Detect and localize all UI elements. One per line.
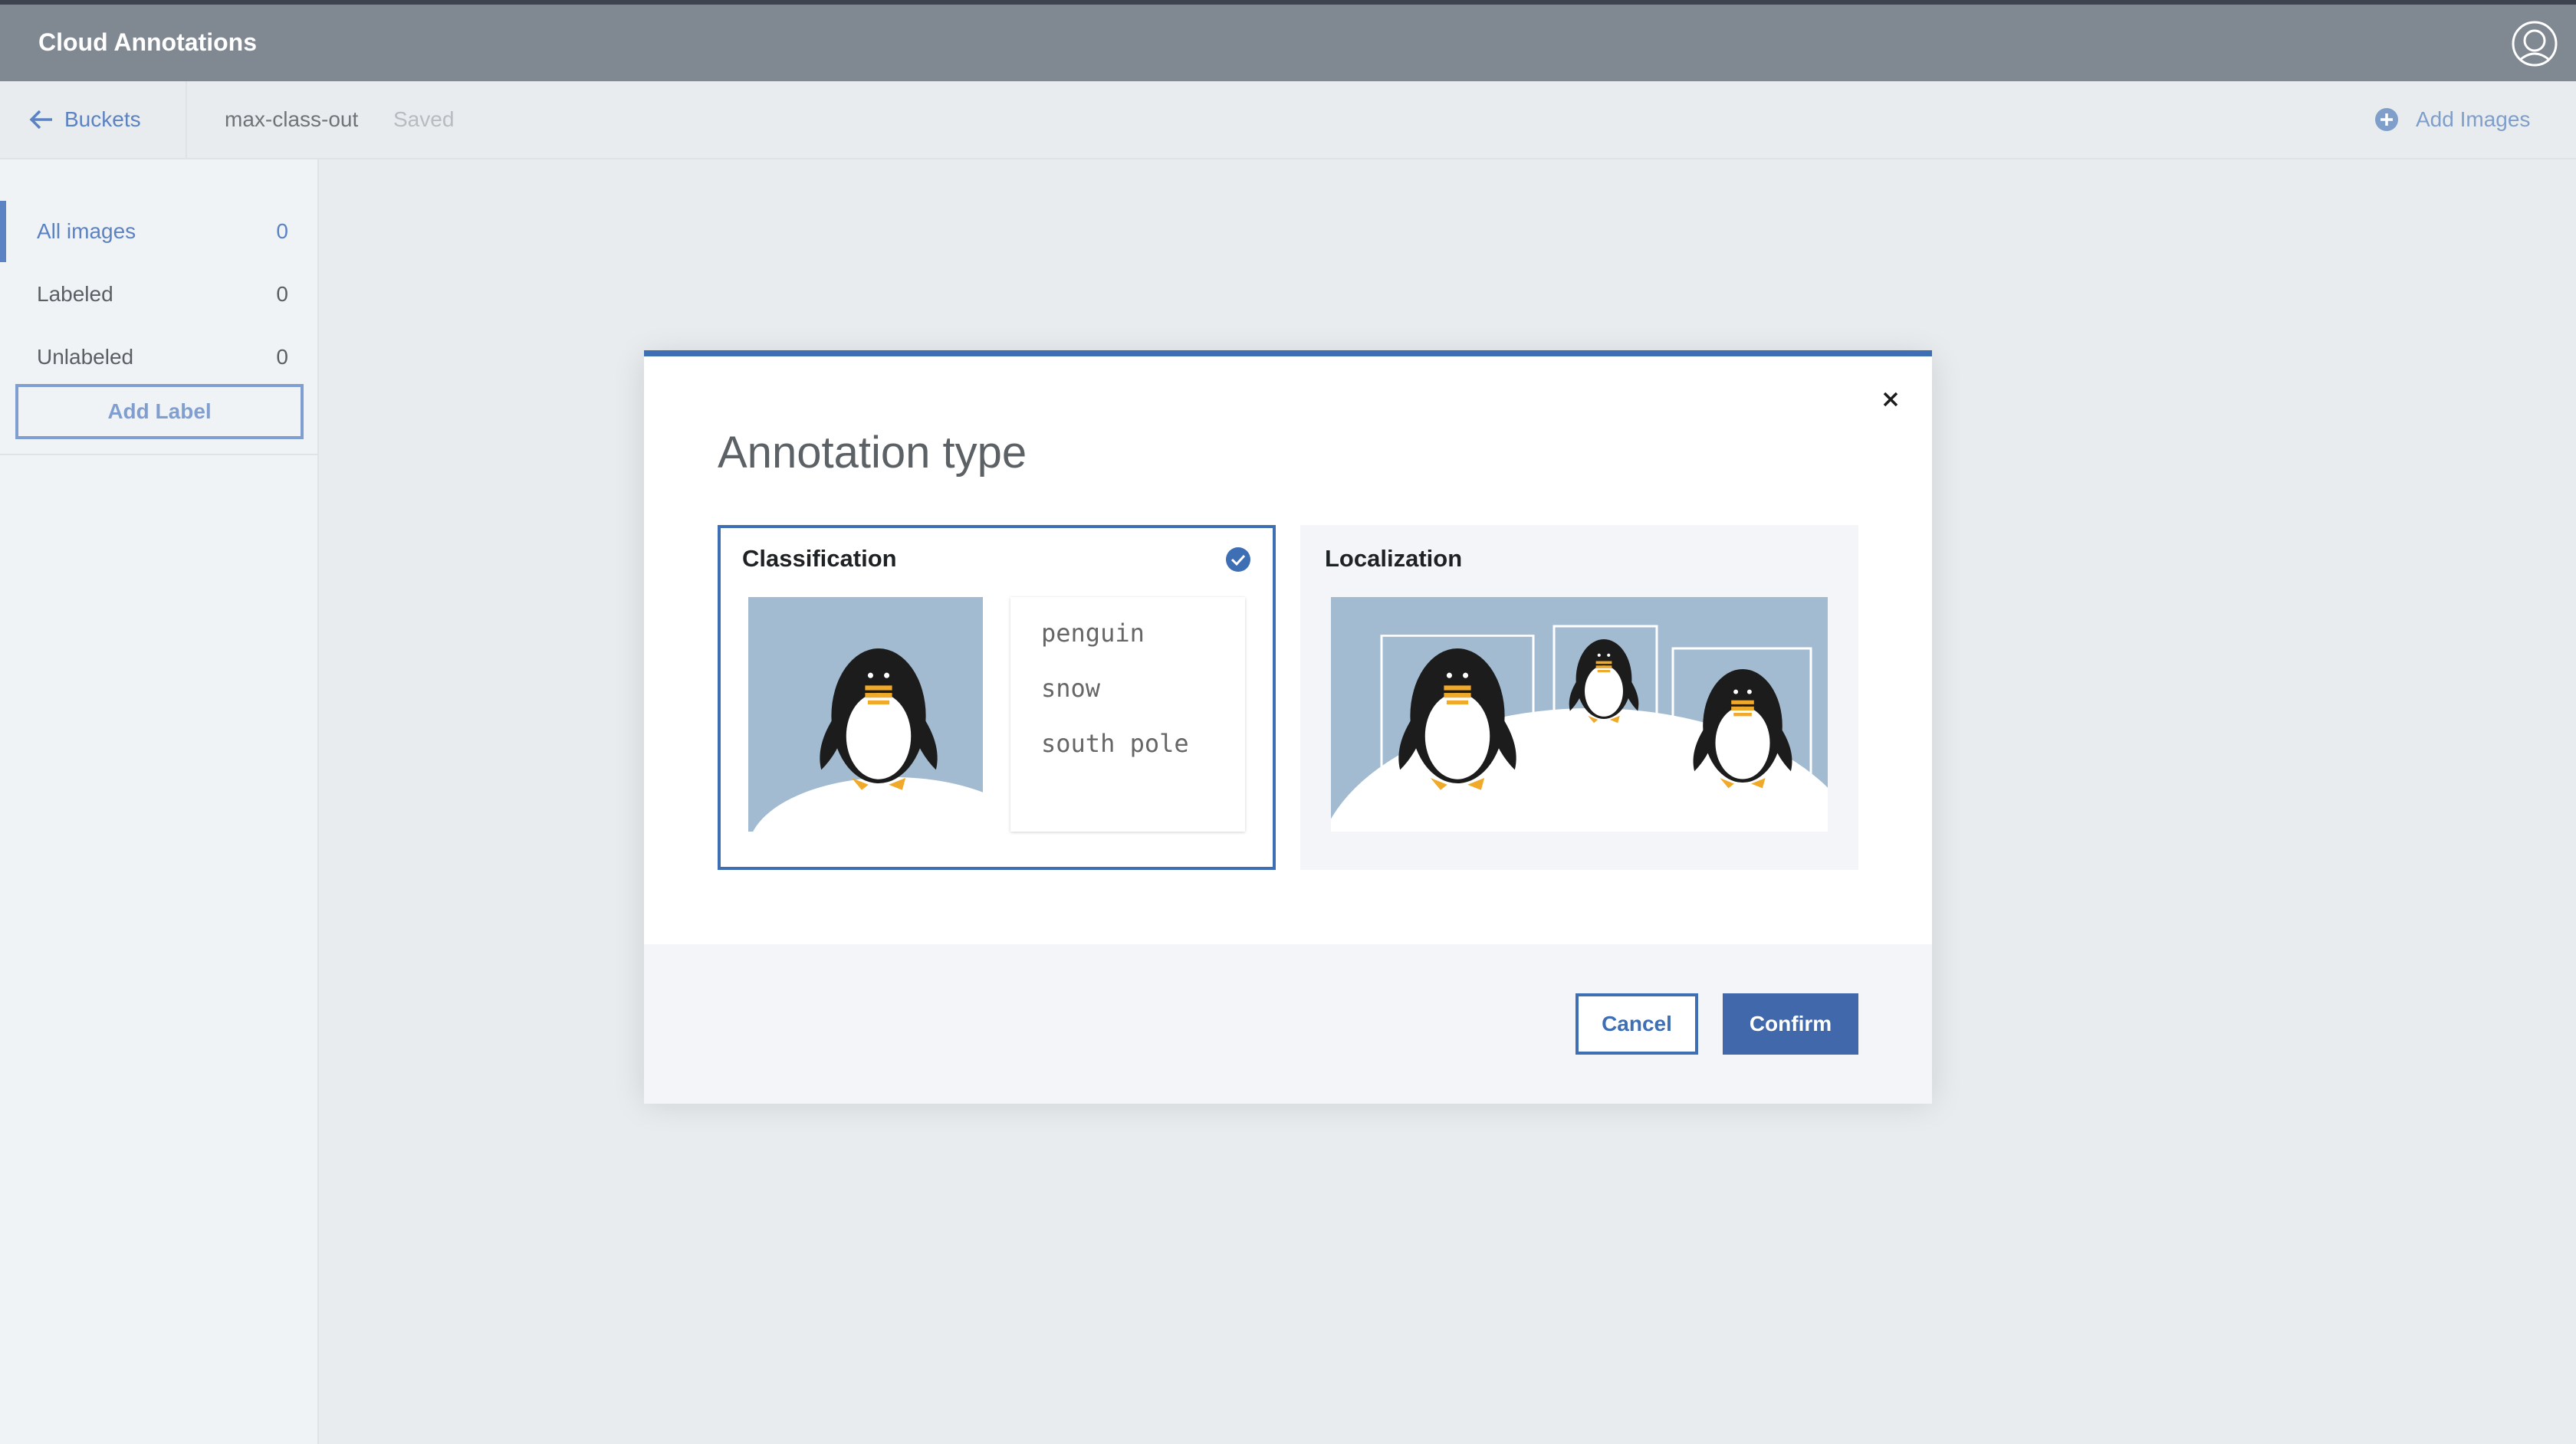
add-images-button[interactable]: Add Images	[2374, 104, 2530, 135]
save-status: Saved	[393, 107, 455, 131]
user-icon[interactable]	[2511, 20, 2558, 67]
back-button-label: Buckets	[64, 107, 141, 131]
sidebar: All images 0 Labeled 0 Unlabeled 0 Add L…	[0, 159, 319, 1444]
back-to-buckets-button[interactable]: Buckets	[29, 104, 141, 135]
modal-title: Annotation type	[718, 428, 1027, 478]
checkmark-icon	[1226, 547, 1250, 572]
option-title: Localization	[1325, 545, 1463, 572]
arrow-left-icon	[29, 110, 52, 130]
sidebar-item-count: 0	[276, 219, 288, 243]
sidebar-item-label: All images	[37, 219, 136, 243]
sidebar-item-label: Unlabeled	[37, 345, 134, 369]
toolbar: Buckets max-class-out Saved Add Images	[0, 81, 2576, 159]
option-title: Classification	[742, 545, 897, 572]
annotation-type-modal: Annotation type Classification penguin s…	[644, 350, 1932, 1104]
active-indicator	[0, 201, 6, 262]
bucket-name: max-class-out	[225, 107, 359, 131]
close-icon[interactable]	[1877, 386, 1904, 413]
sidebar-item-labeled[interactable]: Labeled 0	[0, 264, 317, 325]
localization-option[interactable]: Localization	[1300, 525, 1858, 870]
confirm-button[interactable]: Confirm	[1723, 993, 1858, 1055]
label-tag: south pole	[1041, 729, 1189, 758]
cancel-button[interactable]: Cancel	[1576, 993, 1698, 1055]
sidebar-item-unlabeled[interactable]: Unlabeled 0	[0, 327, 317, 388]
sidebar-divider	[0, 454, 317, 455]
app-header: Cloud Annotations	[0, 5, 2576, 81]
penguin-illustration	[748, 597, 983, 832]
penguin-bounding-box-illustration	[1331, 597, 1828, 832]
label-tag: penguin	[1041, 619, 1145, 648]
sidebar-item-all-images[interactable]: All images 0	[0, 201, 317, 262]
modal-footer: Cancel Confirm	[644, 944, 1932, 1104]
sidebar-item-count: 0	[276, 345, 288, 369]
app-title: Cloud Annotations	[38, 28, 257, 56]
label-tag: snow	[1041, 674, 1101, 703]
classification-option[interactable]: Classification penguin snow south pole	[718, 525, 1276, 870]
toolbar-divider	[186, 81, 187, 158]
plus-circle-icon	[2375, 108, 2398, 131]
sidebar-item-count: 0	[276, 282, 288, 306]
label-list: penguin snow south pole	[1010, 597, 1245, 832]
add-images-label: Add Images	[2416, 107, 2531, 131]
sidebar-item-label: Labeled	[37, 282, 113, 306]
add-label-button[interactable]: Add Label	[15, 384, 304, 439]
